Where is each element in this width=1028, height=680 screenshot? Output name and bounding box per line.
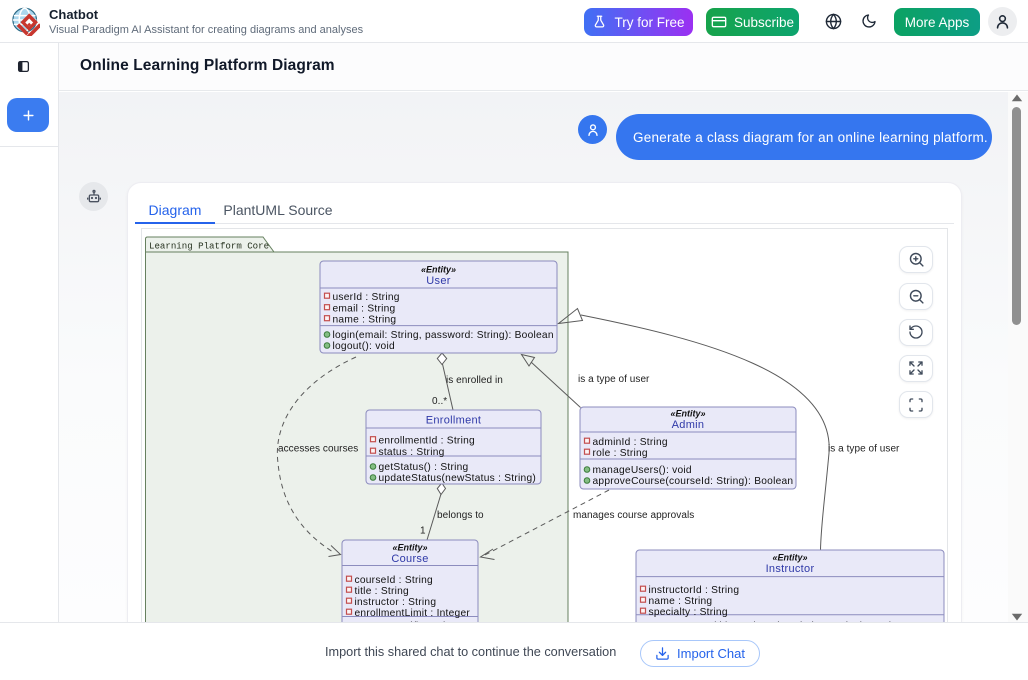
- svg-text:belongs to: belongs to: [437, 510, 484, 521]
- svg-text:User: User: [426, 275, 450, 287]
- svg-text:logout(): void: logout(): void: [333, 341, 395, 352]
- svg-text:manageUsers(): void: manageUsers(): void: [593, 465, 692, 476]
- svg-text:name : String: name : String: [333, 315, 397, 326]
- svg-text:instructor : String: instructor : String: [355, 597, 437, 608]
- svg-text:«Entity»: «Entity»: [392, 543, 427, 553]
- svg-text:accesses courses: accesses courses: [278, 444, 358, 455]
- svg-text:enrollmentLimit : Integer: enrollmentLimit : Integer: [355, 608, 471, 619]
- svg-text:Admin: Admin: [672, 419, 705, 431]
- svg-text:status : String: status : String: [379, 447, 445, 458]
- svg-text:role : String: role : String: [593, 448, 648, 459]
- svg-text:title : String: title : String: [355, 586, 410, 597]
- svg-text:Instructor: Instructor: [766, 563, 815, 575]
- svg-text:Enrollment: Enrollment: [426, 415, 482, 427]
- svg-text:specialty : String: specialty : String: [649, 607, 728, 618]
- svg-text:email : String: email : String: [333, 304, 396, 315]
- svg-text:adminId : String: adminId : String: [593, 437, 668, 448]
- svg-text:userId : String: userId : String: [333, 292, 400, 303]
- svg-text:courseId : String: courseId : String: [355, 575, 434, 586]
- svg-text:is enrolled in: is enrolled in: [446, 375, 503, 386]
- svg-text:getStatus() : String: getStatus() : String: [379, 462, 469, 473]
- svg-text:0..*: 0..*: [432, 396, 447, 407]
- svg-text:«Entity»: «Entity»: [670, 409, 705, 419]
- svg-text:1: 1: [420, 526, 426, 537]
- svg-text:is a type of user: is a type of user: [578, 374, 650, 385]
- svg-text:enrollmentId : String: enrollmentId : String: [379, 436, 475, 447]
- svg-text:approveCourse(courseId: String: approveCourse(courseId: String): Boolean: [593, 476, 794, 487]
- svg-text:«Entity»: «Entity»: [421, 265, 456, 275]
- svg-text:login(email: String, password:: login(email: String, password: String): …: [333, 330, 554, 341]
- svg-text:manages course approvals: manages course approvals: [573, 510, 694, 521]
- svg-text:updateStatus(newStatus : Strin: updateStatus(newStatus : String): [379, 473, 537, 484]
- svg-text:Course: Course: [391, 553, 428, 565]
- svg-text:name : String: name : String: [649, 596, 713, 607]
- svg-text:instructorId : String: instructorId : String: [649, 585, 740, 596]
- svg-text:is a type of user: is a type of user: [828, 444, 900, 455]
- svg-text:«Entity»: «Entity»: [772, 553, 807, 563]
- svg-text:Learning Platform Core: Learning Platform Core: [149, 241, 269, 252]
